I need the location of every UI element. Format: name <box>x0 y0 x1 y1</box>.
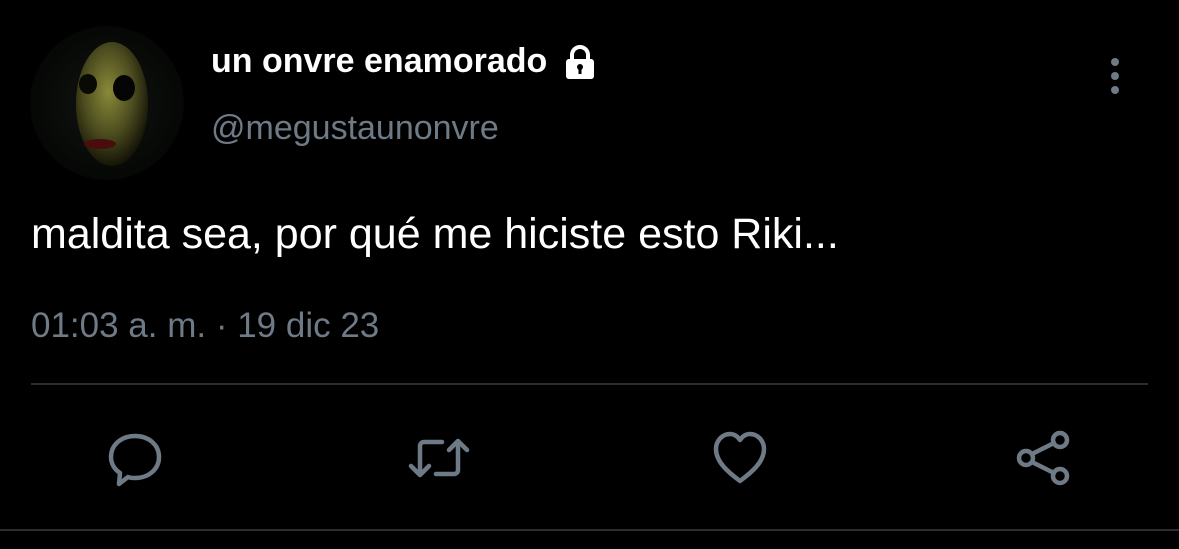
more-options-button[interactable] <box>1100 56 1130 96</box>
avatar[interactable] <box>30 26 184 180</box>
tweet-text: maldita sea, por qué me hiciste esto Rik… <box>31 210 839 258</box>
bottom-divider <box>0 529 1179 531</box>
retweet-button[interactable] <box>404 423 474 493</box>
heart-icon <box>713 431 767 484</box>
lock-icon <box>561 43 599 81</box>
more-vertical-icon <box>1111 58 1119 66</box>
more-vertical-icon-dot <box>1111 86 1119 94</box>
avatar-image <box>76 42 148 166</box>
retweet-icon <box>408 438 470 478</box>
reply-button[interactable] <box>100 423 170 493</box>
share-button[interactable] <box>1008 423 1078 493</box>
like-button[interactable] <box>705 423 775 493</box>
divider <box>31 383 1148 385</box>
user-handle[interactable]: @megustaunonvre <box>211 109 499 148</box>
share-icon <box>1016 430 1070 486</box>
display-name[interactable]: un onvre enamorado <box>211 42 599 81</box>
timestamp[interactable]: 01:03 a. m. · 19 dic 23 <box>31 306 379 346</box>
reply-icon <box>108 433 162 487</box>
more-vertical-icon-dot <box>1111 72 1119 80</box>
display-name-text: un onvre enamorado <box>211 42 548 80</box>
